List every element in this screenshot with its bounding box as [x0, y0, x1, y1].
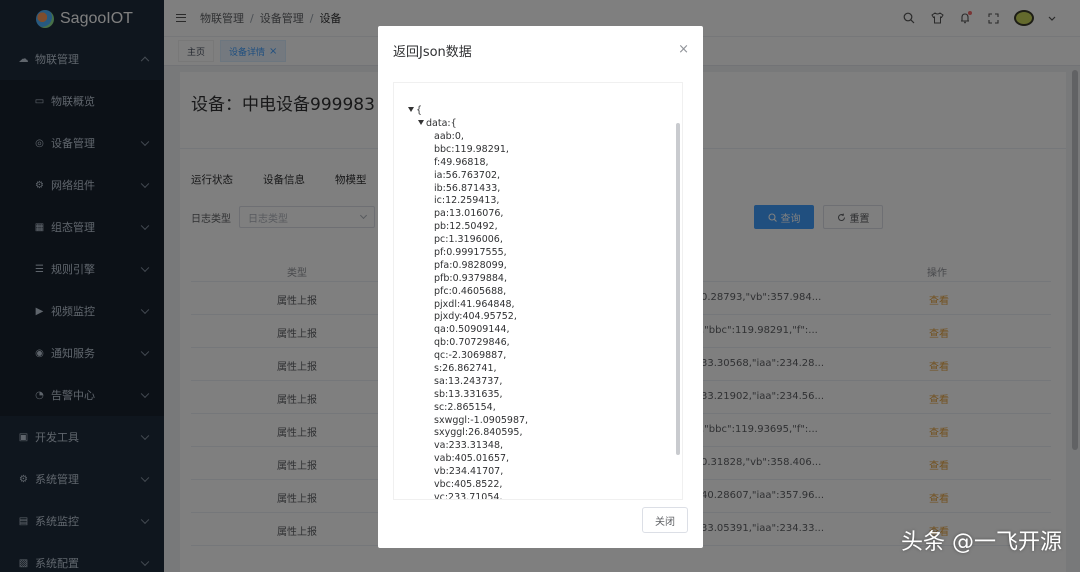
json-line: sc:2.865154, [434, 401, 496, 413]
json-root-brace: { [416, 105, 423, 116]
json-line: qb:0.70729846, [434, 337, 510, 349]
json-line: f:49.96818, [434, 156, 489, 168]
json-line: vb:234.41707, [434, 466, 504, 478]
json-line: qc:-2.3069887, [434, 350, 507, 362]
json-line: va:233.31348, [434, 440, 504, 452]
json-line: bbc:119.98291, [434, 143, 509, 155]
json-line: ic:12.259413, [434, 195, 500, 207]
close-button[interactable]: 关闭 [642, 507, 688, 533]
json-data-label: data:{ [426, 118, 457, 129]
json-line: ia:56.763702, [434, 169, 501, 181]
dialog-title: 返回Json数据 [393, 45, 472, 60]
json-line: pfa:0.9828099, [434, 259, 507, 271]
json-line: sxyggl:26.840595, [434, 427, 523, 439]
json-line: s:26.862741, [434, 363, 497, 375]
json-line: ib:56.871433, [434, 182, 501, 194]
json-line: pc:1.3196006, [434, 234, 503, 246]
json-scrollbar[interactable] [676, 123, 680, 455]
json-line: pjxdl:41.964848, [434, 298, 515, 310]
json-dialog: 返回Json数据 × { data:{ aab:0, bbc:119.98291,… [378, 26, 703, 548]
json-line: pfc:0.4605688, [434, 285, 507, 297]
json-line: vc:233.71054, [434, 491, 503, 500]
json-root-node[interactable]: { [408, 105, 528, 116]
close-button-label: 关闭 [655, 516, 675, 528]
json-line: pjxdy:404.95752, [434, 311, 517, 323]
close-icon[interactable]: × [678, 42, 689, 57]
json-line: aab:0, [434, 131, 464, 142]
json-line: pa:13.016076, [434, 208, 504, 220]
json-line: vbc:405.8522, [434, 479, 503, 491]
json-lines: aab:0, bbc:119.98291, f:49.96818, ia:56.763… [434, 131, 529, 500]
json-line: pf:0.99917555, [434, 247, 507, 259]
caret-down-icon [408, 107, 414, 112]
caret-down-icon [418, 120, 424, 125]
json-data-node: data:{ aab:0, bbc:119.98291, f:49.96818, ia… [418, 118, 529, 500]
watermark: 头条 @一飞开源 [901, 530, 1062, 555]
json-line: sa:13.243737, [434, 375, 503, 387]
json-viewer: { data:{ aab:0, bbc:119.98291, f:49.96818,… [393, 82, 683, 500]
json-line: sxwggl:-1.0905987, [434, 414, 529, 426]
json-line: sb:13.331635, [434, 388, 503, 400]
json-root: { data:{ aab:0, bbc:119.98291, f:49.96818,… [408, 105, 529, 500]
json-line: qa:0.50909144, [434, 324, 510, 336]
json-data-key[interactable]: data:{ [418, 118, 528, 129]
json-line: pb:12.50492, [434, 221, 498, 233]
json-line: vab:405.01657, [434, 453, 510, 465]
json-line: pfb:0.9379884, [434, 272, 507, 284]
